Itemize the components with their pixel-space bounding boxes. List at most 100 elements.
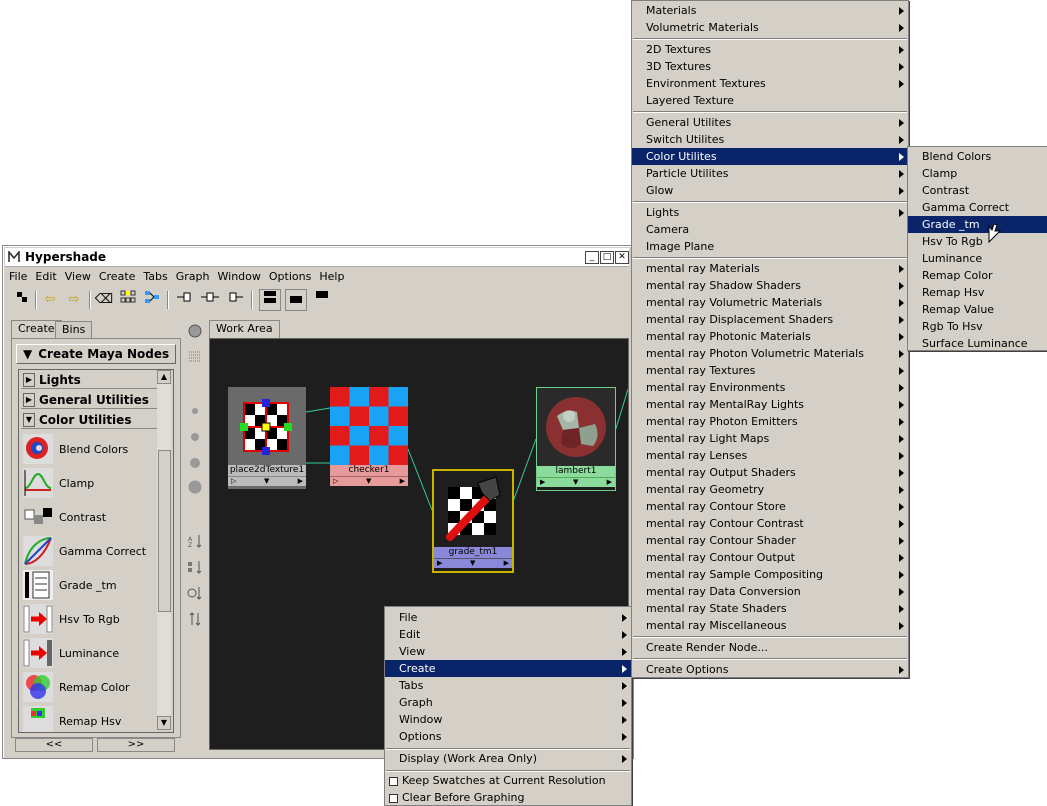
close-button[interactable]: ✕ [615, 251, 629, 264]
tab-work-area[interactable]: Work Area [209, 320, 280, 338]
graph-node-lambert[interactable]: lambert1 ▶ ▼ ▶ [536, 387, 616, 491]
keep-swatches-checkbox[interactable]: Keep Swatches at Current Resolution [385, 772, 621, 789]
context-menu-graph[interactable]: Graph [385, 694, 631, 711]
menu-create[interactable]: Create [95, 270, 140, 283]
large-swatch-icon[interactable] [187, 456, 203, 470]
menu-view[interactable]: View [61, 270, 95, 283]
create-menu-image-plane[interactable]: Image Plane [632, 238, 908, 255]
menu-edit[interactable]: Edit [31, 270, 60, 283]
graph-network-icon[interactable] [141, 289, 163, 311]
create-menu-mental-ray-materials[interactable]: mental ray Materials [632, 260, 908, 277]
output-connections-icon[interactable] [225, 289, 247, 311]
context-menu-display[interactable]: Display (Work Area Only) [385, 750, 631, 767]
create-menu-color-utilites[interactable]: Color Utilites [632, 148, 908, 165]
menu-file[interactable]: File [5, 270, 31, 283]
category-color-utilities[interactable]: ▼ Color Utilities [21, 412, 157, 429]
create-menu-mental-ray-output-shaders[interactable]: mental ray Output Shaders [632, 464, 908, 481]
create-menu-mental-ray-environments[interactable]: mental ray Environments [632, 379, 908, 396]
sort-by-name-icon[interactable]: AZ [187, 534, 203, 548]
layout-split-icon[interactable] [259, 289, 281, 311]
create-menu-environment-textures[interactable]: Environment Textures [632, 75, 908, 92]
menu-tabs[interactable]: Tabs [139, 270, 171, 283]
menu-window[interactable]: Window [214, 270, 265, 283]
color-util-gamma-correct[interactable]: Gamma Correct [908, 199, 1047, 216]
context-menu-window[interactable]: Window [385, 711, 631, 728]
create-menu-particle-utilites[interactable]: Particle Utilites [632, 165, 908, 182]
node-hsv-to-rgb[interactable]: Hsv To Rgb [21, 604, 157, 636]
sort-by-time-icon[interactable] [187, 586, 203, 600]
create-menu-mental-ray-contour-store[interactable]: mental ray Contour Store [632, 498, 908, 515]
node-contrast[interactable]: Contrast [21, 502, 157, 534]
node-gamma-correct[interactable]: Gamma Correct [21, 536, 157, 568]
create-menu-mental-ray-photonic-materials[interactable]: mental ray Photonic Materials [632, 328, 908, 345]
create-menu-mental-ray-textures[interactable]: mental ray Textures [632, 362, 908, 379]
node-remap-color[interactable]: Remap Color [21, 672, 157, 704]
create-menu-glow[interactable]: Glow [632, 182, 908, 199]
color-util-luminance[interactable]: Luminance [908, 250, 1047, 267]
create-maya-nodes-button[interactable]: ▼ Create Maya Nodes [16, 344, 176, 364]
create-menu-lights[interactable]: Lights [632, 204, 908, 221]
tab-create[interactable]: Create [11, 320, 62, 338]
create-menu-3d-textures[interactable]: 3D Textures [632, 58, 908, 75]
sort-by-type-icon[interactable] [187, 560, 203, 574]
arrow-right-icon[interactable]: ⇨ [63, 289, 85, 311]
create-menu-layered-texture[interactable]: Layered Texture [632, 92, 908, 109]
node-list-scrollbar[interactable]: ▲ ▼ [157, 370, 171, 730]
menu-options[interactable]: Options [265, 270, 315, 283]
layout-bottom-icon[interactable] [285, 289, 307, 311]
nav-next-button[interactable]: >> [97, 738, 175, 752]
context-menu-options[interactable]: Options [385, 728, 631, 745]
small-swatch-icon[interactable] [187, 404, 203, 418]
color-util-grade-tm[interactable]: Grade _tm [908, 216, 1047, 233]
color-util-rgb-to-hsv[interactable]: Rgb To Hsv [908, 318, 1047, 335]
color-util-clamp[interactable]: Clamp [908, 165, 1047, 182]
title-bar[interactable]: Hypershade _ □ ✕ [5, 248, 629, 267]
input-connections-icon[interactable] [173, 289, 195, 311]
graph-node-checker[interactable]: checker1 ▷ ▼ ▶ [330, 387, 408, 489]
color-util-surface-luminance[interactable]: Surface Luminance [908, 335, 1047, 352]
node-ports[interactable]: ▶ ▼ ▶ [434, 558, 512, 568]
node-ports[interactable]: ▷ ▼ ▶ [330, 476, 408, 486]
node-ports[interactable]: ▷ ▼ ▶ [228, 476, 306, 486]
create-menu-mental-ray-contour-shader[interactable]: mental ray Contour Shader [632, 532, 908, 549]
minimize-button[interactable]: _ [585, 251, 599, 264]
scroll-down-icon[interactable]: ▼ [157, 716, 171, 730]
node-luminance[interactable]: Luminance [21, 638, 157, 670]
create-menu-materials[interactable]: Materials [632, 2, 908, 19]
create-menu-2d-textures[interactable]: 2D Textures [632, 41, 908, 58]
maximize-button[interactable]: □ [600, 251, 614, 264]
node-remap-hsv[interactable]: Remap Hsv [21, 706, 157, 732]
context-menu-create[interactable]: Create [385, 660, 631, 677]
create-menu-mental-ray-state-shaders[interactable]: mental ray State Shaders [632, 600, 908, 617]
medium-swatch-icon[interactable] [187, 430, 203, 444]
category-lights[interactable]: ▶ Lights [21, 372, 157, 389]
reverse-sort-icon[interactable] [187, 612, 203, 626]
create-menu-create-options[interactable]: Create Options [632, 661, 908, 678]
create-menu-mental-ray-shadow-shaders[interactable]: mental ray Shadow Shaders [632, 277, 908, 294]
node-ports[interactable]: ▶ ▼ ▶ [537, 477, 615, 487]
arrow-left-icon[interactable]: ⇦ [39, 289, 61, 311]
create-menu-switch-utilites[interactable]: Switch Utilites [632, 131, 908, 148]
scroll-up-icon[interactable]: ▲ [157, 370, 171, 384]
graph-node-place2dtexture[interactable]: place2dTexture1 ▷ ▼ ▶ [228, 387, 306, 489]
create-menu-mental-ray-contour-output[interactable]: mental ray Contour Output [632, 549, 908, 566]
create-menu-mental-ray-photon-volumetric-materials[interactable]: mental ray Photon Volumetric Materials [632, 345, 908, 362]
color-util-hsv-to-rgb[interactable]: Hsv To Rgb [908, 233, 1047, 250]
nav-prev-button[interactable]: << [15, 738, 93, 752]
create-menu-volumetric-materials[interactable]: Volumetric Materials [632, 19, 908, 36]
create-menu-mental-ray-sample-compositing[interactable]: mental ray Sample Compositing [632, 566, 908, 583]
color-util-remap-hsv[interactable]: Remap Hsv [908, 284, 1047, 301]
context-menu-tabs[interactable]: Tabs [385, 677, 631, 694]
sphere-swatch-icon[interactable] [187, 324, 203, 338]
in-out-connections-icon[interactable] [199, 289, 221, 311]
node-blend-colors[interactable]: Blend Colors [21, 434, 157, 466]
graph-node-grade-tm[interactable]: grade_tm1 ▶ ▼ ▶ [432, 469, 514, 573]
color-util-contrast[interactable]: Contrast [908, 182, 1047, 199]
context-menu-edit[interactable]: Edit [385, 626, 631, 643]
create-menu-mental-ray-volumetric-materials[interactable]: mental ray Volumetric Materials [632, 294, 908, 311]
xlarge-swatch-icon[interactable] [187, 480, 203, 494]
grid-view-icon[interactable] [187, 350, 203, 364]
context-menu-file[interactable]: File [385, 609, 631, 626]
create-menu-mental-ray-contour-contrast[interactable]: mental ray Contour Contrast [632, 515, 908, 532]
clear-before-graphing-checkbox[interactable]: Clear Before Graphing [385, 789, 621, 806]
